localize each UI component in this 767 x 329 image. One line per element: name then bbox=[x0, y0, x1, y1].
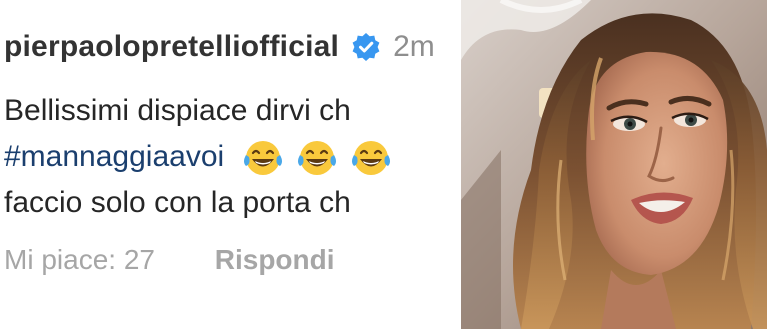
reply-button[interactable]: Rispondi bbox=[215, 244, 335, 275]
comment-line: Bellissimi dispiace dirvi ch bbox=[4, 94, 351, 127]
likes-count[interactable]: Mi piace: 27 bbox=[4, 244, 155, 275]
comment-header: pierpaolopretelliofficial 2m bbox=[4, 30, 435, 64]
verified-badge-icon bbox=[351, 32, 381, 62]
comment-screenshot: pierpaolopretelliofficial 2m Bellissimi … bbox=[0, 0, 464, 329]
comment-timestamp: 2m bbox=[393, 30, 435, 63]
comment-line-with-hashtag: #mannaggiaavoi bbox=[4, 134, 461, 180]
username-link[interactable]: pierpaolopretelliofficial bbox=[4, 30, 339, 64]
laughing-tears-icon bbox=[243, 141, 282, 176]
comment-line: faccio solo con la porta ch bbox=[4, 186, 351, 219]
composite-image: pierpaolopretelliofficial 2m Bellissimi … bbox=[0, 0, 767, 329]
laughing-tears-icon bbox=[297, 141, 336, 176]
hashtag-link[interactable]: #mannaggiaavoi bbox=[4, 140, 224, 173]
laughing-tears-icon bbox=[351, 141, 390, 176]
comment-actions: Mi piace: 27 Rispondi bbox=[4, 244, 335, 276]
comment-text: Bellissimi dispiace dirvi ch #mannaggiaa… bbox=[4, 88, 461, 226]
emoji-group bbox=[241, 138, 403, 178]
selfie-photo bbox=[461, 0, 767, 329]
